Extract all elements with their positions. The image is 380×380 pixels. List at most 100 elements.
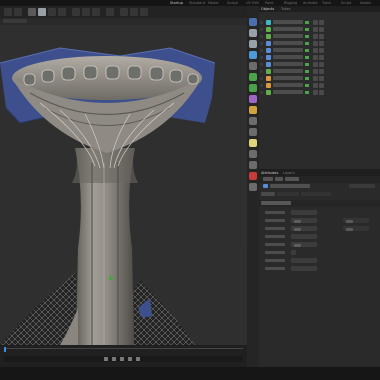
layout-tab-rigging[interactable]: Rigging [284, 1, 297, 5]
undo-icon[interactable] [4, 8, 12, 16]
edit-menu[interactable] [275, 177, 283, 181]
go-to-start-icon[interactable] [104, 357, 108, 361]
step-back-icon[interactable] [112, 357, 116, 361]
coordinate-system-icon[interactable] [106, 8, 114, 16]
row-checkbox[interactable] [260, 70, 263, 73]
user-data-menu[interactable] [285, 177, 299, 181]
viewport-menu[interactable] [3, 19, 27, 23]
tag-icon[interactable] [313, 55, 318, 60]
subdivision-icon[interactable] [249, 51, 257, 59]
row-checkbox[interactable] [260, 49, 263, 52]
attribute-dropdown[interactable] [291, 226, 317, 231]
render-to-picture-viewer-icon[interactable] [140, 8, 148, 16]
row-checkbox[interactable] [260, 91, 263, 94]
visibility-dots[interactable] [305, 21, 309, 24]
play-icon[interactable] [120, 357, 124, 361]
effector-icon[interactable] [249, 84, 257, 92]
spline-icon[interactable] [249, 40, 257, 48]
tag-icon[interactable] [313, 48, 318, 53]
layout-tab-standard[interactable]: Standard [189, 1, 205, 5]
timeline-panel[interactable] [0, 345, 247, 367]
layout-tab-model[interactable]: Model [208, 1, 219, 5]
text-icon[interactable] [249, 62, 257, 70]
object-row[interactable] [259, 40, 380, 47]
visibility-dots[interactable] [305, 63, 309, 66]
tag-icon[interactable] [313, 27, 318, 32]
object-row[interactable] [259, 61, 380, 68]
object-name[interactable] [273, 90, 303, 94]
object-name[interactable] [273, 27, 303, 31]
object-name[interactable] [273, 83, 303, 87]
visibility-dots[interactable] [305, 91, 309, 94]
object-row[interactable] [259, 82, 380, 89]
object-row[interactable] [259, 33, 380, 40]
visibility-dots[interactable] [305, 84, 309, 87]
tag-icon[interactable] [319, 83, 324, 88]
visibility-dots[interactable] [305, 56, 309, 59]
tag-icon[interactable] [319, 69, 324, 74]
object-name[interactable] [273, 76, 303, 80]
cloner-icon[interactable] [249, 73, 257, 81]
tab-objects[interactable]: Objects [261, 7, 274, 11]
visibility-dots[interactable] [305, 35, 309, 38]
tag-icon[interactable] [319, 76, 324, 81]
visibility-dots[interactable] [305, 42, 309, 45]
object-name[interactable] [273, 55, 303, 59]
render-view-icon[interactable] [120, 8, 128, 16]
attribute-field[interactable] [291, 266, 317, 271]
section-tab-object[interactable] [301, 192, 331, 196]
floor-icon[interactable] [249, 117, 257, 125]
row-checkbox[interactable] [260, 42, 263, 45]
timeline-playhead[interactable] [4, 347, 6, 352]
axis-x-icon[interactable] [72, 8, 80, 16]
go-to-end-icon[interactable] [136, 357, 140, 361]
visibility-dots[interactable] [305, 49, 309, 52]
object-row[interactable] [259, 47, 380, 54]
workplane-icon[interactable] [249, 161, 257, 169]
layout-tab-paint[interactable]: Paint [265, 1, 274, 5]
tag-icon[interactable] [313, 62, 318, 67]
row-checkbox[interactable] [260, 56, 263, 59]
object-row[interactable] [259, 68, 380, 75]
deformer-icon[interactable] [249, 95, 257, 103]
object-row[interactable] [259, 19, 380, 26]
row-checkbox[interactable] [260, 77, 263, 80]
attribute-dropdown[interactable] [291, 218, 317, 223]
tag-icon[interactable] [319, 34, 324, 39]
redo-icon[interactable] [14, 8, 22, 16]
axis-z-icon[interactable] [92, 8, 100, 16]
object-name[interactable] [273, 34, 303, 38]
attribute-checkbox[interactable] [291, 250, 296, 255]
field-icon[interactable] [249, 106, 257, 114]
move-tool-icon[interactable] [38, 8, 46, 16]
object-row[interactable] [259, 89, 380, 96]
row-checkbox[interactable] [260, 35, 263, 38]
tag-icon[interactable] [319, 62, 324, 67]
rotate-tool-icon[interactable] [58, 8, 66, 16]
custom-dropdown[interactable] [349, 184, 375, 188]
tag-icon[interactable] [313, 34, 318, 39]
attribute-dropdown[interactable] [291, 242, 317, 247]
tag-icon[interactable] [313, 90, 318, 95]
layout-tab-script[interactable]: Script [341, 1, 351, 5]
layout-tab-nodes[interactable]: Nodes [360, 1, 371, 5]
step-forward-icon[interactable] [128, 357, 132, 361]
mode-menu[interactable] [263, 177, 273, 181]
attribute-field[interactable] [291, 234, 317, 239]
attribute-field[interactable] [291, 210, 317, 215]
3d-viewport[interactable] [0, 18, 247, 345]
tag-icon[interactable] [313, 83, 318, 88]
row-checkbox[interactable] [260, 63, 263, 66]
tag-icon[interactable] [313, 41, 318, 46]
attribute-toggle[interactable] [343, 226, 369, 231]
visibility-dots[interactable] [305, 77, 309, 80]
light-icon[interactable] [249, 139, 257, 147]
object-name[interactable] [273, 69, 303, 73]
keyframe-icon[interactable] [249, 183, 257, 191]
attribute-toggle[interactable] [343, 218, 369, 223]
tag-icon[interactable] [313, 20, 318, 25]
visibility-dots[interactable] [305, 70, 309, 73]
object-name[interactable] [273, 48, 303, 52]
layout-tab-uv-edit[interactable]: UV Edit [246, 1, 259, 5]
tab-attributes[interactable]: Attributes [261, 171, 278, 175]
